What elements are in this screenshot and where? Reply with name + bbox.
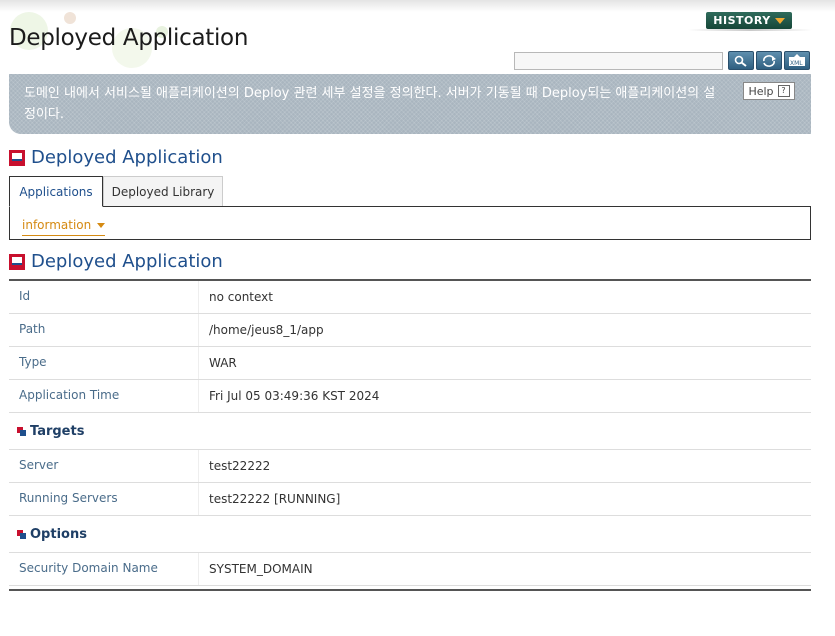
- section-title: Deployed Application: [9, 147, 223, 168]
- targets-subheading: Targets: [9, 413, 811, 450]
- field-value: SYSTEM_DOMAIN: [209, 562, 313, 576]
- tab-deployed-library[interactable]: Deployed Library: [103, 176, 223, 206]
- field-label: Id: [9, 281, 199, 313]
- detail-row-path: Path /home/jeus8_1/app: [9, 314, 811, 347]
- detail-table: Id no context Path /home/jeus8_1/app Typ…: [9, 279, 811, 586]
- options-title: Options: [30, 526, 87, 542]
- subsection-icon: [17, 426, 26, 436]
- page-title: Deployed Application: [9, 25, 249, 51]
- field-value: test22222 [RUNNING]: [209, 492, 341, 506]
- chevron-down-icon: [97, 222, 106, 228]
- field-value: test22222: [209, 459, 271, 473]
- field-label: Path: [9, 314, 199, 346]
- options-subheading: Options: [9, 516, 811, 553]
- table-bottom-border: [9, 589, 811, 591]
- field-label: Type: [9, 347, 199, 379]
- detail-row-id: Id no context: [9, 281, 811, 314]
- history-underline: [688, 29, 812, 31]
- help-label: Help: [748, 84, 774, 98]
- detail-row-server: Server test22222: [9, 450, 811, 483]
- xml-export-button[interactable]: XML: [784, 51, 810, 70]
- section-icon: [9, 149, 25, 166]
- description-banner: 도메인 내에서 서비스될 애플리케이션의 Deploy 관련 세부 설정을 정의…: [9, 74, 811, 134]
- field-value: /home/jeus8_1/app: [209, 323, 324, 337]
- tab-label: Applications: [19, 184, 93, 199]
- xml-export-icon: XML: [789, 54, 805, 67]
- help-icon: ?: [777, 85, 790, 97]
- decor-circle: [64, 12, 76, 24]
- targets-title: Targets: [30, 423, 85, 439]
- search-input[interactable]: [514, 52, 723, 70]
- history-label: HISTORY: [713, 14, 771, 27]
- detail-row-type: Type WAR: [9, 347, 811, 380]
- field-label: Running Servers: [9, 483, 199, 515]
- subsection-icon: [17, 529, 26, 539]
- svg-text:XML: XML: [790, 60, 803, 67]
- detail-row-security-domain: Security Domain Name SYSTEM_DOMAIN: [9, 553, 811, 586]
- section-title: Deployed Application: [9, 251, 223, 272]
- field-label: Security Domain Name: [9, 553, 199, 585]
- top-gradient-bar: [0, 0, 835, 12]
- information-label: information: [22, 218, 92, 232]
- section-icon: [9, 253, 25, 270]
- field-value: Fri Jul 05 03:49:36 KST 2024: [209, 389, 380, 403]
- field-value: WAR: [209, 356, 237, 370]
- refresh-icon: [763, 54, 776, 67]
- field-label: Application Time: [9, 380, 199, 412]
- tab-applications[interactable]: Applications: [9, 176, 103, 207]
- tab-panel: information: [9, 206, 811, 240]
- section-title-text: Deployed Application: [31, 251, 223, 272]
- tab-label: Deployed Library: [111, 184, 215, 199]
- help-button[interactable]: Help ?: [743, 82, 795, 100]
- chevron-down-icon: [774, 17, 785, 24]
- field-label: Server: [9, 450, 199, 482]
- detail-row-running-servers: Running Servers test22222 [RUNNING]: [9, 483, 811, 516]
- search-icon: [734, 55, 747, 67]
- history-button[interactable]: HISTORY: [706, 12, 792, 29]
- search-button[interactable]: [728, 51, 754, 70]
- description-text: 도메인 내에서 서비스될 애플리케이션의 Deploy 관련 세부 설정을 정의…: [24, 86, 716, 122]
- field-value: no context: [209, 290, 273, 304]
- refresh-button[interactable]: [756, 51, 782, 70]
- section-title-text: Deployed Application: [31, 147, 223, 168]
- information-dropdown[interactable]: information: [22, 218, 106, 236]
- detail-row-application-time: Application Time Fri Jul 05 03:49:36 KST…: [9, 380, 811, 413]
